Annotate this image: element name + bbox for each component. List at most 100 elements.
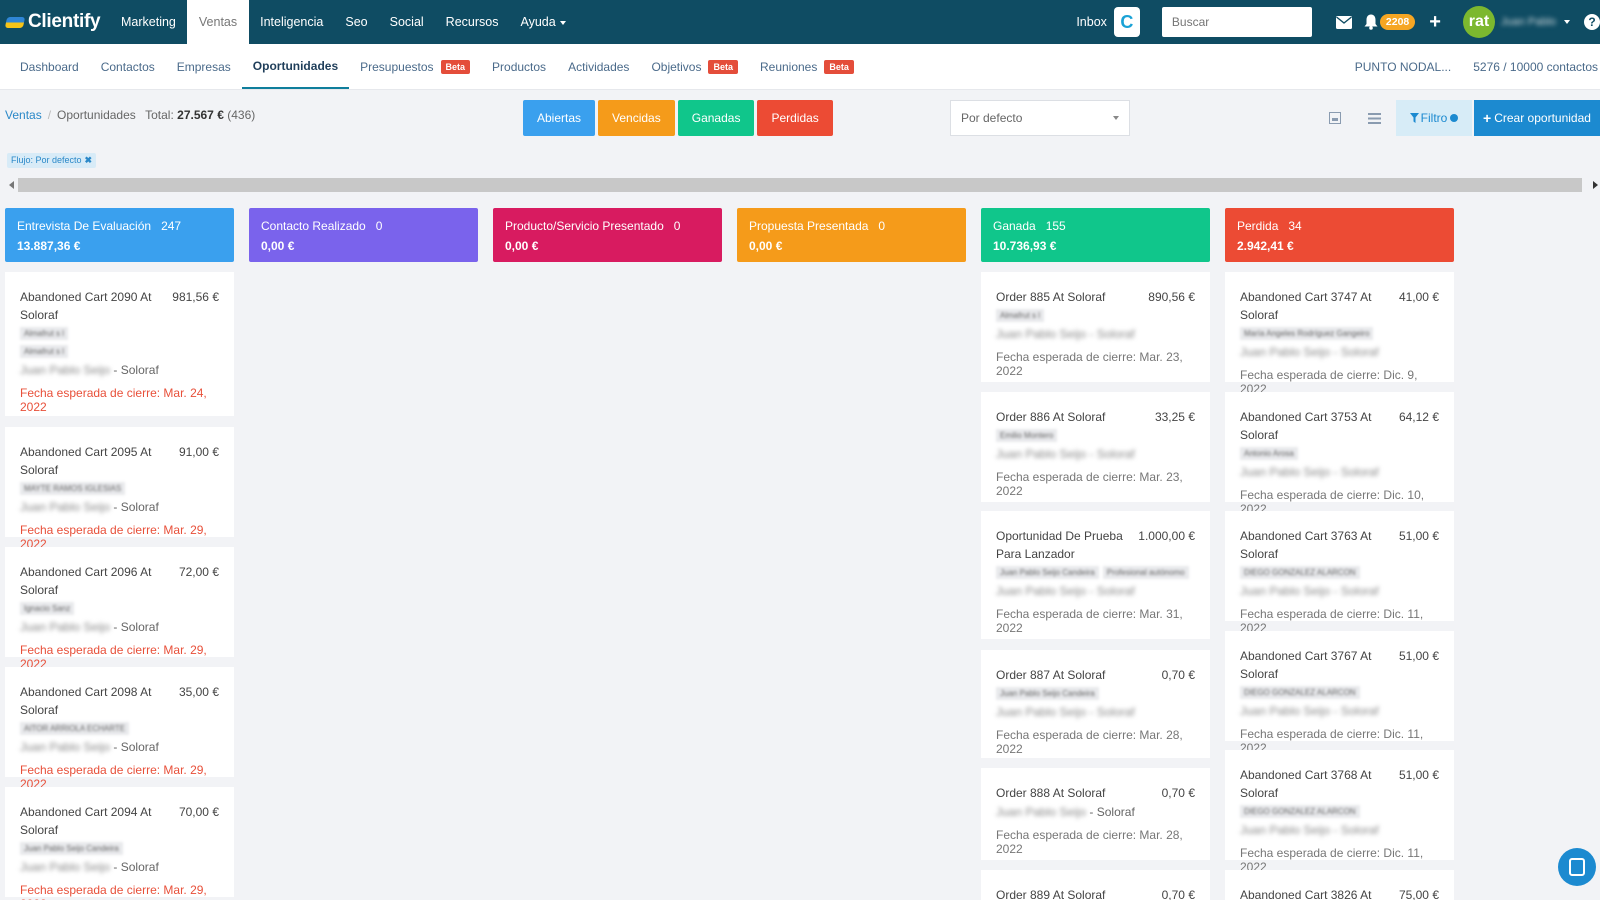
column-header[interactable]: Producto/Servicio Presentado 0 0,00 €	[493, 208, 722, 262]
contact-chip[interactable]: Juan Pablo Seijo Candeira	[20, 842, 123, 855]
opportunity-card[interactable]: Oportunidad De Prueba Para Lanzador 1.000…	[981, 511, 1210, 639]
user-name[interactable]: Juan Pablo	[1501, 16, 1556, 28]
contact-chip[interactable]: AITOR ARRIOLA ECHARTE	[20, 722, 130, 735]
ganadas-button[interactable]: Ganadas	[677, 100, 755, 136]
card-amount: 51,00 €	[1398, 649, 1439, 663]
plus-icon[interactable]: +	[1429, 11, 1441, 34]
card-owner: Juan Pablo Seijo	[20, 860, 111, 874]
user-menu-chevron-icon[interactable]	[1564, 20, 1570, 24]
company-chip[interactable]: Profesional autónomo	[1102, 566, 1189, 579]
filter-button[interactable]: Filtro	[1396, 100, 1472, 136]
opportunity-card[interactable]: Abandoned Cart 3753 At Soloraf 64,12 € An…	[1225, 392, 1454, 516]
create-opportunity-button[interactable]: + Crear oportunidad	[1474, 100, 1600, 136]
contact-chip[interactable]: MAYTE RAMOS IGLESIAS	[20, 482, 126, 495]
card-company: Soloraf	[120, 740, 159, 754]
opportunity-card[interactable]: Abandoned Cart 3763 At Soloraf 51,00 € DI…	[1225, 511, 1454, 635]
card-company: Soloraf	[1096, 805, 1135, 819]
opportunity-card[interactable]: Abandoned Cart 2090 At Soloraf 981,56 € A…	[5, 272, 234, 416]
opportunity-card[interactable]: Abandoned Cart 2096 At Soloraf 72,00 € Ig…	[5, 547, 234, 671]
card-title: Abandoned Cart 2098 At Soloraf	[20, 685, 152, 717]
card-title: Order 889 At Soloraf	[996, 888, 1106, 900]
contact-chip[interactable]: Juan Pablo Seijo Candeira	[996, 687, 1099, 700]
mail-icon[interactable]	[1335, 15, 1352, 29]
nav-inteligencia[interactable]: Inteligencia	[249, 0, 334, 44]
column-header[interactable]: Propuesta Presentada 0 0,00 €	[737, 208, 966, 262]
pipeline-column: Perdida 34 2.942,41 €	[1225, 208, 1454, 262]
column-header[interactable]: Ganada 155 10.736,93 €	[981, 208, 1210, 262]
nav-ayuda[interactable]: Ayuda	[509, 0, 576, 44]
nav-ventas[interactable]: Ventas	[186, 0, 250, 44]
opportunity-card[interactable]: Abandoned Cart 2095 At Soloraf 91,00 € MA…	[5, 427, 234, 551]
column-header[interactable]: Perdida 34 2.942,41 €	[1225, 208, 1454, 262]
close-icon[interactable]: ✖	[85, 155, 93, 165]
tab-actividades[interactable]: Actividades	[557, 44, 640, 89]
horizontal-scrollbar[interactable]	[6, 178, 1600, 192]
search-input[interactable]	[1161, 7, 1312, 37]
abiertas-button[interactable]: Abiertas	[523, 100, 596, 136]
tab-reuniones-label: Reuniones	[759, 59, 818, 74]
opportunity-card[interactable]: Abandoned Cart 3768 At Soloraf 51,00 € DI…	[1225, 750, 1454, 874]
contact-chip[interactable]: Almafrut s l	[20, 327, 69, 340]
nav-recursos[interactable]: Recursos	[435, 0, 510, 44]
column-header[interactable]: Contacto Realizado 0 0,00 €	[249, 208, 478, 262]
opportunity-card[interactable]: Abandoned Cart 3767 At Soloraf 51,00 € DI…	[1225, 631, 1454, 755]
column-header[interactable]: Entrevista De Evaluación 247 13.887,36 €	[5, 208, 234, 262]
card-title: Abandoned Cart 3753 At Soloraf	[1240, 410, 1372, 442]
contact-chip[interactable]: Antonio Arosa	[1240, 447, 1298, 460]
opportunity-card[interactable]: Abandoned Cart 2094 At Soloraf 70,00 € Ju…	[5, 787, 234, 900]
opportunity-card[interactable]: Order 887 At Soloraf 0,70 € Juan Pablo Se…	[981, 650, 1210, 758]
pipeline-column: Propuesta Presentada 0 0,00 €	[737, 208, 966, 262]
tab-dashboard[interactable]: Dashboard	[0, 44, 90, 89]
nav-seo[interactable]: Seo	[334, 0, 378, 44]
contact-chip[interactable]: Emilio Montero	[996, 429, 1058, 442]
funnel-icon	[1409, 113, 1419, 123]
card-amount: 35,00 €	[178, 685, 219, 699]
contact-chip[interactable]: Ignacio Sanz	[20, 602, 75, 615]
scrollbar-thumb[interactable]	[18, 178, 1582, 192]
vencidas-button[interactable]: Vencidas	[598, 100, 675, 136]
contact-chip[interactable]: DIEGO GONZALEZ ALARCON	[1240, 805, 1360, 818]
opportunity-card[interactable]: Order 885 At Soloraf 890,56 € Almafrut s …	[981, 272, 1210, 382]
top-navbar: Clientify Marketing Ventas Inteligencia …	[0, 0, 1600, 44]
avatar[interactable]: rat	[1462, 6, 1495, 38]
tab-oportunidades[interactable]: Oportunidades	[241, 44, 350, 89]
tab-presupuestos[interactable]: Presupuestos Beta	[349, 44, 481, 89]
nav-marketing[interactable]: Marketing	[110, 0, 187, 44]
tab-empresas[interactable]: Empresas	[166, 44, 242, 89]
company-chip[interactable]: Almafrut s l	[20, 345, 69, 358]
opportunity-card[interactable]: Order 889 At Soloraf 0,70 €	[981, 870, 1210, 900]
company-name[interactable]: PUNTO NODAL...	[1355, 60, 1451, 74]
card-amount: 41,00 €	[1398, 290, 1439, 304]
create-opportunity-label: Crear oportunidad	[1494, 111, 1591, 125]
notifications-button[interactable]: 2208	[1364, 14, 1416, 30]
opportunity-card[interactable]: Abandoned Cart 3747 At Soloraf 41,00 € Ma…	[1225, 272, 1454, 396]
scroll-left-icon[interactable]	[9, 181, 14, 189]
active-filter-tag[interactable]: Flujo: Por defecto ✖	[7, 153, 97, 168]
scroll-right-icon[interactable]	[1593, 181, 1598, 189]
card-title: Abandoned Cart 2090 At Soloraf	[20, 290, 152, 322]
kanban-view-icon[interactable]	[1316, 100, 1354, 136]
tab-objetivos[interactable]: Objetivos Beta	[640, 44, 749, 89]
tab-reuniones[interactable]: Reuniones Beta	[749, 44, 865, 89]
opportunity-card[interactable]: Order 886 At Soloraf 33,25 € Emilio Monte…	[981, 392, 1210, 502]
help-icon[interactable]: ?	[1584, 14, 1600, 30]
chat-support-button[interactable]	[1558, 848, 1596, 886]
contact-chip[interactable]: María Angeles Rodríguez Gangeiro	[1240, 327, 1374, 340]
contact-chip[interactable]: DIEGO GONZALEZ ALARCON	[1240, 686, 1360, 699]
breadcrumb-ventas[interactable]: Ventas	[5, 108, 42, 122]
tab-productos[interactable]: Productos	[481, 44, 557, 89]
list-view-icon[interactable]	[1355, 100, 1393, 136]
opportunity-card[interactable]: Abandoned Cart 3826 At Soloraf 75,00 €	[1225, 870, 1454, 900]
pipeline-select[interactable]: Por defecto	[950, 100, 1130, 136]
inbox-icon[interactable]: C	[1113, 7, 1140, 37]
opportunity-card[interactable]: Abandoned Cart 2098 At Soloraf 35,00 € AI…	[5, 667, 234, 791]
nav-social[interactable]: Social	[379, 0, 435, 44]
inbox-link[interactable]: Inbox	[1076, 15, 1107, 29]
contact-chip[interactable]: DIEGO GONZALEZ ALARCON	[1240, 566, 1360, 579]
perdidas-button[interactable]: Perdidas	[757, 100, 833, 136]
contact-chip[interactable]: Juan Pablo Seijo Candeira	[996, 566, 1099, 579]
contact-chip[interactable]: Almafrut s l	[996, 309, 1045, 322]
clientify-logo[interactable]: Clientify	[0, 0, 110, 44]
tab-contactos[interactable]: Contactos	[90, 44, 166, 89]
opportunity-card[interactable]: Order 888 At Soloraf 0,70 € Juan Pablo Se…	[981, 768, 1210, 860]
